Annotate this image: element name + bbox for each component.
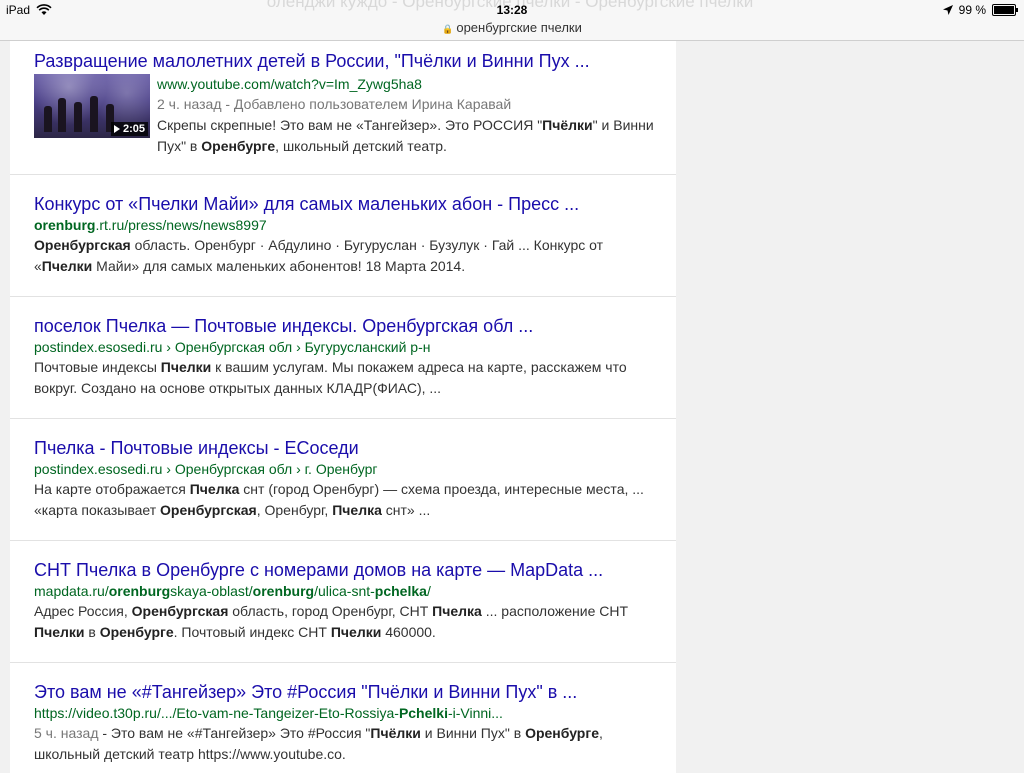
snippet-highlight: Оренбургская: [131, 603, 229, 619]
address-text: оренбургские пчелки: [456, 20, 582, 35]
video-duration: 2:05: [122, 123, 145, 135]
snippet-highlight: Оренбургская: [160, 502, 257, 518]
result-snippet: Адрес Россия, Оренбургская область, горо…: [34, 601, 656, 643]
result-title-link[interactable]: Развращение малолетних детей в России, "…: [34, 50, 656, 72]
url-text: /ulica-snt-: [314, 583, 375, 599]
url-highlight: Pchelki: [398, 705, 448, 721]
thumbnail-figure: [58, 98, 66, 132]
snippet-highlight: Оренбурге: [525, 725, 599, 741]
url-highlight: orenburg: [252, 583, 315, 599]
result-url[interactable]: postindex.esosedi.ru › Оренбургская обл …: [34, 459, 656, 479]
url-text: /: [426, 583, 431, 599]
snippet-text: Скрепы скрепные! Это вам не «Тангейзер».…: [157, 117, 543, 133]
result-meta: 2 ч. назад - Добавлено пользователем Ири…: [157, 96, 512, 112]
snippet-text: На карте отображается: [34, 481, 190, 497]
url-text: -i-Vinni...: [447, 705, 503, 721]
search-result: Пчелка - Почтовые индексы - ЕСоседи post…: [10, 419, 676, 541]
location-arrow-icon: [942, 5, 953, 15]
url-highlight: orenburg: [108, 583, 171, 599]
result-snippet: На карте отображается Пчелка снт (город …: [34, 479, 656, 521]
url-text: https://video.t30p.ru/.../Eto-vam-ne-Tan…: [34, 705, 399, 721]
result-title-link[interactable]: Пчелка - Почтовые индексы - ЕСоседи: [34, 437, 656, 459]
search-result: Развращение малолетних детей в России, "…: [10, 41, 676, 175]
video-duration-badge: 2:05: [110, 122, 148, 136]
snippet-text: снт» ...: [381, 502, 431, 518]
snippet-text: Почтовые индексы: [34, 359, 161, 375]
result-url[interactable]: orenburg.rt.ru/press/news/news8997: [34, 215, 656, 235]
result-title-link[interactable]: СНТ Пчелка в Оренбурге с номерами домов …: [34, 559, 656, 581]
snippet-text: . Почтовый индекс СНТ: [173, 624, 331, 640]
url-highlight: orenburg: [34, 217, 96, 233]
snippet-highlight: Пчелка: [189, 481, 240, 497]
snippet-text: , школьный детский театр.: [275, 138, 447, 154]
snippet-highlight: Оренбурге: [201, 138, 276, 154]
status-bar: оленджи куждо - Оренбургские пчелки - Ор…: [0, 0, 1024, 41]
snippet-highlight: Пчелки: [34, 624, 85, 640]
result-snippet: 5 ч. назад - Это вам не «#Тангейзер» Это…: [34, 723, 656, 765]
video-info: www.youtube.com/watch?v=Im_Zywg5ha8 2 ч.…: [157, 74, 656, 157]
result-snippet: Почтовые индексы Пчелки к вашим услугам.…: [34, 357, 656, 399]
result-url[interactable]: https://video.t30p.ru/.../Eto-vam-ne-Tan…: [34, 703, 656, 723]
url-highlight: pchelka: [374, 583, 427, 599]
status-right: 99 %: [942, 3, 1018, 17]
search-result: поселок Пчелка — Почтовые индексы. Оренб…: [10, 297, 676, 419]
battery-percent: 99 %: [958, 3, 986, 17]
search-result: Конкурс от «Пчелки Майи» для самых мален…: [10, 175, 676, 297]
snippet-highlight: Пчелка: [332, 502, 382, 518]
snippet-text: Адрес Россия,: [34, 603, 132, 619]
thumbnail-figure: [74, 102, 82, 132]
snippet-highlight: Оренбургская: [34, 237, 131, 253]
thumbnail-figure: [90, 96, 98, 132]
snippet-highlight: Пчёлки: [542, 117, 593, 133]
video-thumbnail[interactable]: 2:05: [34, 74, 150, 138]
result-url[interactable]: www.youtube.com/watch?v=Im_Zywg5ha8: [157, 74, 656, 94]
result-snippet: Оренбургская область. Оренбург · Абдулин…: [34, 235, 656, 277]
clock: 13:28: [496, 3, 528, 17]
snippet-highlight: Пчелки: [330, 624, 382, 640]
snippet-text: Майи» для самых маленьких абонентов! 18 …: [92, 258, 466, 274]
snippet-text: область, город Оренбург, СНТ: [228, 603, 433, 619]
snippet-highlight: Оренбурге: [99, 624, 174, 640]
snippet-text: , Оренбург,: [256, 502, 333, 518]
url-text: skaya-oblast/: [170, 583, 253, 599]
snippet-text: - Это вам не «#Тангейзер» Это #Россия ": [98, 725, 371, 741]
battery-icon: [992, 4, 1018, 16]
search-result: СНТ Пчелка в Оренбурге с номерами домов …: [10, 541, 676, 663]
search-results: Развращение малолетних детей в России, "…: [10, 41, 676, 773]
search-result: Это вам не «#Тангейзер» Это #Россия "Пчё…: [10, 663, 676, 773]
snippet-highlight: Пчелки: [160, 359, 212, 375]
result-snippet: Скрепы скрепные! Это вам не «Тангейзер».…: [157, 115, 656, 157]
result-url[interactable]: mapdata.ru/orenburgskaya-oblast/orenburg…: [34, 581, 656, 601]
right-background: [676, 41, 1024, 768]
snippet-highlight: Пчёлки: [370, 725, 421, 741]
battery-fill: [994, 6, 1014, 14]
address-bar[interactable]: 🔒 оренбургские пчелки: [0, 20, 1024, 35]
url-text: .rt.ru/press/news/news8997: [95, 217, 267, 233]
video-row: 2:05 www.youtube.com/watch?v=Im_Zywg5ha8…: [34, 74, 656, 157]
result-title-link[interactable]: Конкурс от «Пчелки Майи» для самых мален…: [34, 193, 656, 215]
snippet-text: 460000.: [381, 624, 436, 640]
play-icon: [113, 125, 120, 133]
result-date: 5 ч. назад: [34, 725, 99, 741]
thumbnail-figure: [44, 106, 52, 132]
snippet-highlight: Пчелки: [41, 258, 93, 274]
result-title-link[interactable]: поселок Пчелка — Почтовые индексы. Оренб…: [34, 315, 656, 337]
snippet-text: в: [84, 624, 100, 640]
snippet-highlight: Пчелка: [432, 603, 482, 619]
lock-icon: 🔒: [442, 24, 454, 34]
snippet-text: и Винни Пух" в: [420, 725, 526, 741]
snippet-text: ... расположение СНТ: [481, 603, 629, 619]
url-text: mapdata.ru/: [34, 583, 109, 599]
result-title-link[interactable]: Это вам не «#Тангейзер» Это #Россия "Пчё…: [34, 681, 656, 703]
result-url[interactable]: postindex.esosedi.ru › Оренбургская обл …: [34, 337, 656, 357]
